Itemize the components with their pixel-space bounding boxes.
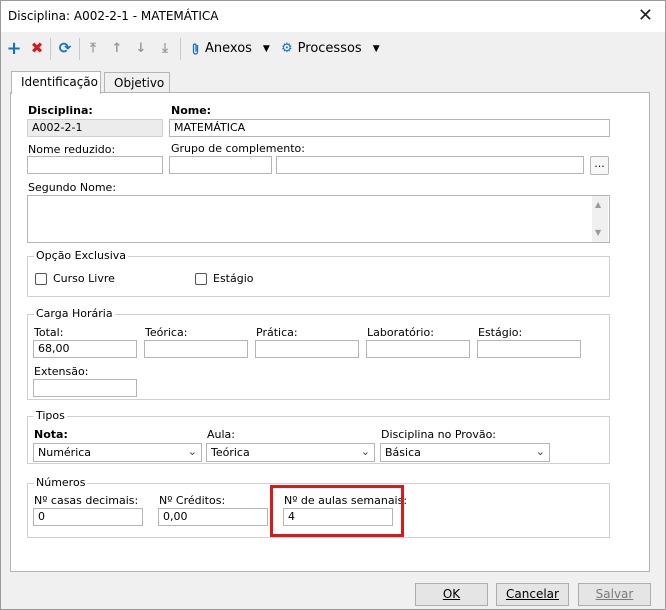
- pratica-label: Prática:: [256, 326, 298, 339]
- nome-reduzido-field[interactable]: [27, 156, 163, 174]
- last-record-icon[interactable]: ⤓: [156, 39, 174, 57]
- curso-livre-checkbox[interactable]: Curso Livre: [35, 272, 115, 285]
- total-field[interactable]: 68,00: [33, 340, 137, 358]
- nome-field[interactable]: MATEMÁTICA: [169, 119, 610, 137]
- previous-record-icon[interactable]: ↑: [108, 39, 126, 57]
- opcao-exclusiva-group: Opção Exclusiva Curso Livre Estágio: [27, 249, 610, 297]
- casas-decimais-field[interactable]: 0: [33, 508, 143, 526]
- provao-select[interactable]: Básica ⌄: [380, 443, 550, 462]
- processos-menu[interactable]: ⚙ Processos ▼: [281, 41, 380, 56]
- tab-objetivo[interactable]: Objetivo: [104, 72, 170, 94]
- estagio-hours-label: Estágio:: [478, 326, 523, 339]
- tab-identificacao[interactable]: Identificação: [11, 71, 101, 94]
- total-label: Total:: [34, 326, 64, 339]
- estagio-checkbox-label: Estágio: [213, 272, 254, 285]
- tipos-title: Tipos: [34, 409, 67, 422]
- chevron-down-icon[interactable]: ⌄: [361, 445, 370, 458]
- opcao-exclusiva-title: Opção Exclusiva: [34, 249, 129, 262]
- tipos-group: Tipos Nota: Numérica ⌄ Aula: Teórica ⌄ D…: [27, 409, 610, 464]
- segundo-nome-label: Segundo Nome:: [28, 181, 117, 194]
- chevron-down-icon[interactable]: ⌄: [536, 445, 545, 458]
- carga-horaria-title: Carga Horária: [34, 307, 115, 320]
- toolbar-separator: [180, 38, 181, 60]
- title-bar: Disciplina: A002-2-1 - MATEMÁTICA ✕: [1, 1, 665, 32]
- cancel-button[interactable]: Cancelar: [496, 583, 569, 606]
- estagio-hours-field[interactable]: [477, 340, 581, 358]
- caret-down-icon: ▼: [262, 43, 270, 54]
- toolbar-separator: [79, 38, 80, 60]
- close-icon[interactable]: ✕: [638, 5, 653, 26]
- toolbar: + ✖ ⟳ ⤒ ↑ ↓ ⤓ Anexos ▼ ⚙ Processos ▼: [1, 34, 665, 64]
- delete-icon[interactable]: ✖: [28, 39, 46, 57]
- aula-select[interactable]: Teórica ⌄: [206, 443, 375, 462]
- teorica-label: Teórica:: [145, 326, 188, 339]
- nota-select[interactable]: Numérica ⌄: [33, 443, 202, 462]
- aula-select-value: Teórica: [211, 446, 250, 459]
- checkbox-box[interactable]: [195, 272, 207, 285]
- grupo-code-field[interactable]: [169, 156, 272, 174]
- nota-select-value: Numérica: [38, 446, 92, 459]
- grupo-lookup-button[interactable]: ...: [590, 156, 609, 175]
- next-record-icon[interactable]: ↓: [132, 39, 150, 57]
- extensao-field[interactable]: [33, 379, 137, 397]
- refresh-icon[interactable]: ⟳: [56, 39, 74, 57]
- salvar-label: Salvar: [595, 587, 634, 601]
- carga-horaria-group: Carga Horária Total: 68,00 Teórica: Prát…: [27, 307, 610, 400]
- anexos-label: Anexos: [205, 41, 252, 56]
- chevron-down-icon[interactable]: ⌄: [188, 445, 197, 458]
- curso-livre-label: Curso Livre: [53, 272, 115, 285]
- teorica-field[interactable]: [144, 340, 248, 358]
- provao-label: Disciplina no Provão:: [381, 428, 497, 441]
- creditos-field[interactable]: 0,00: [158, 508, 268, 526]
- pratica-field[interactable]: [255, 340, 359, 358]
- nome-reduzido-label: Nome reduzido:: [28, 143, 116, 156]
- checkbox-box[interactable]: [35, 272, 47, 285]
- provao-select-value: Básica: [385, 446, 421, 459]
- laboratorio-field[interactable]: [366, 340, 470, 358]
- ok-button[interactable]: OK: [415, 583, 488, 606]
- casas-decimais-label: Nº casas decimais:: [34, 494, 139, 507]
- add-icon[interactable]: +: [5, 38, 23, 59]
- scroll-up-icon[interactable]: ▲: [595, 200, 601, 209]
- grupo-complemento-label: Grupo de complemento:: [171, 142, 305, 155]
- disciplina-label: Disciplina:: [28, 104, 93, 117]
- extensao-label: Extensão:: [34, 365, 89, 378]
- numeros-title: Números: [34, 476, 88, 489]
- paperclip-icon: [192, 42, 199, 55]
- save-button[interactable]: Salvar: [578, 583, 651, 606]
- processos-label: Processos: [297, 41, 362, 56]
- scroll-down-icon[interactable]: ▼: [595, 228, 601, 237]
- first-record-icon[interactable]: ⤒: [84, 39, 102, 57]
- cancelar-label: Cancelar: [506, 587, 559, 601]
- aula-label: Aula:: [207, 428, 235, 441]
- anexos-menu[interactable]: Anexos ▼: [191, 41, 270, 56]
- creditos-label: Nº Créditos:: [159, 494, 226, 507]
- toolbar-separator: [50, 38, 51, 60]
- disciplina-field: A002-2-1: [27, 119, 163, 137]
- segundo-nome-scrollbar[interactable]: ▲ ▼: [592, 196, 608, 242]
- estagio-checkbox[interactable]: Estágio: [195, 272, 254, 285]
- ok-label: OK: [442, 587, 461, 601]
- dialog-window: Disciplina: A002-2-1 - MATEMÁTICA ✕ + ✖ …: [0, 0, 666, 610]
- nome-label: Nome:: [171, 104, 212, 117]
- laboratorio-label: Laboratório:: [367, 326, 434, 339]
- highlight-box: [270, 485, 404, 537]
- nota-label: Nota:: [34, 428, 68, 441]
- window-title: Disciplina: A002-2-1 - MATEMÁTICA: [8, 9, 219, 23]
- segundo-nome-textarea[interactable]: [27, 195, 610, 243]
- grupo-desc-field[interactable]: [276, 156, 584, 174]
- gear-icon: ⚙: [281, 41, 293, 56]
- caret-down-icon: ▼: [372, 43, 380, 54]
